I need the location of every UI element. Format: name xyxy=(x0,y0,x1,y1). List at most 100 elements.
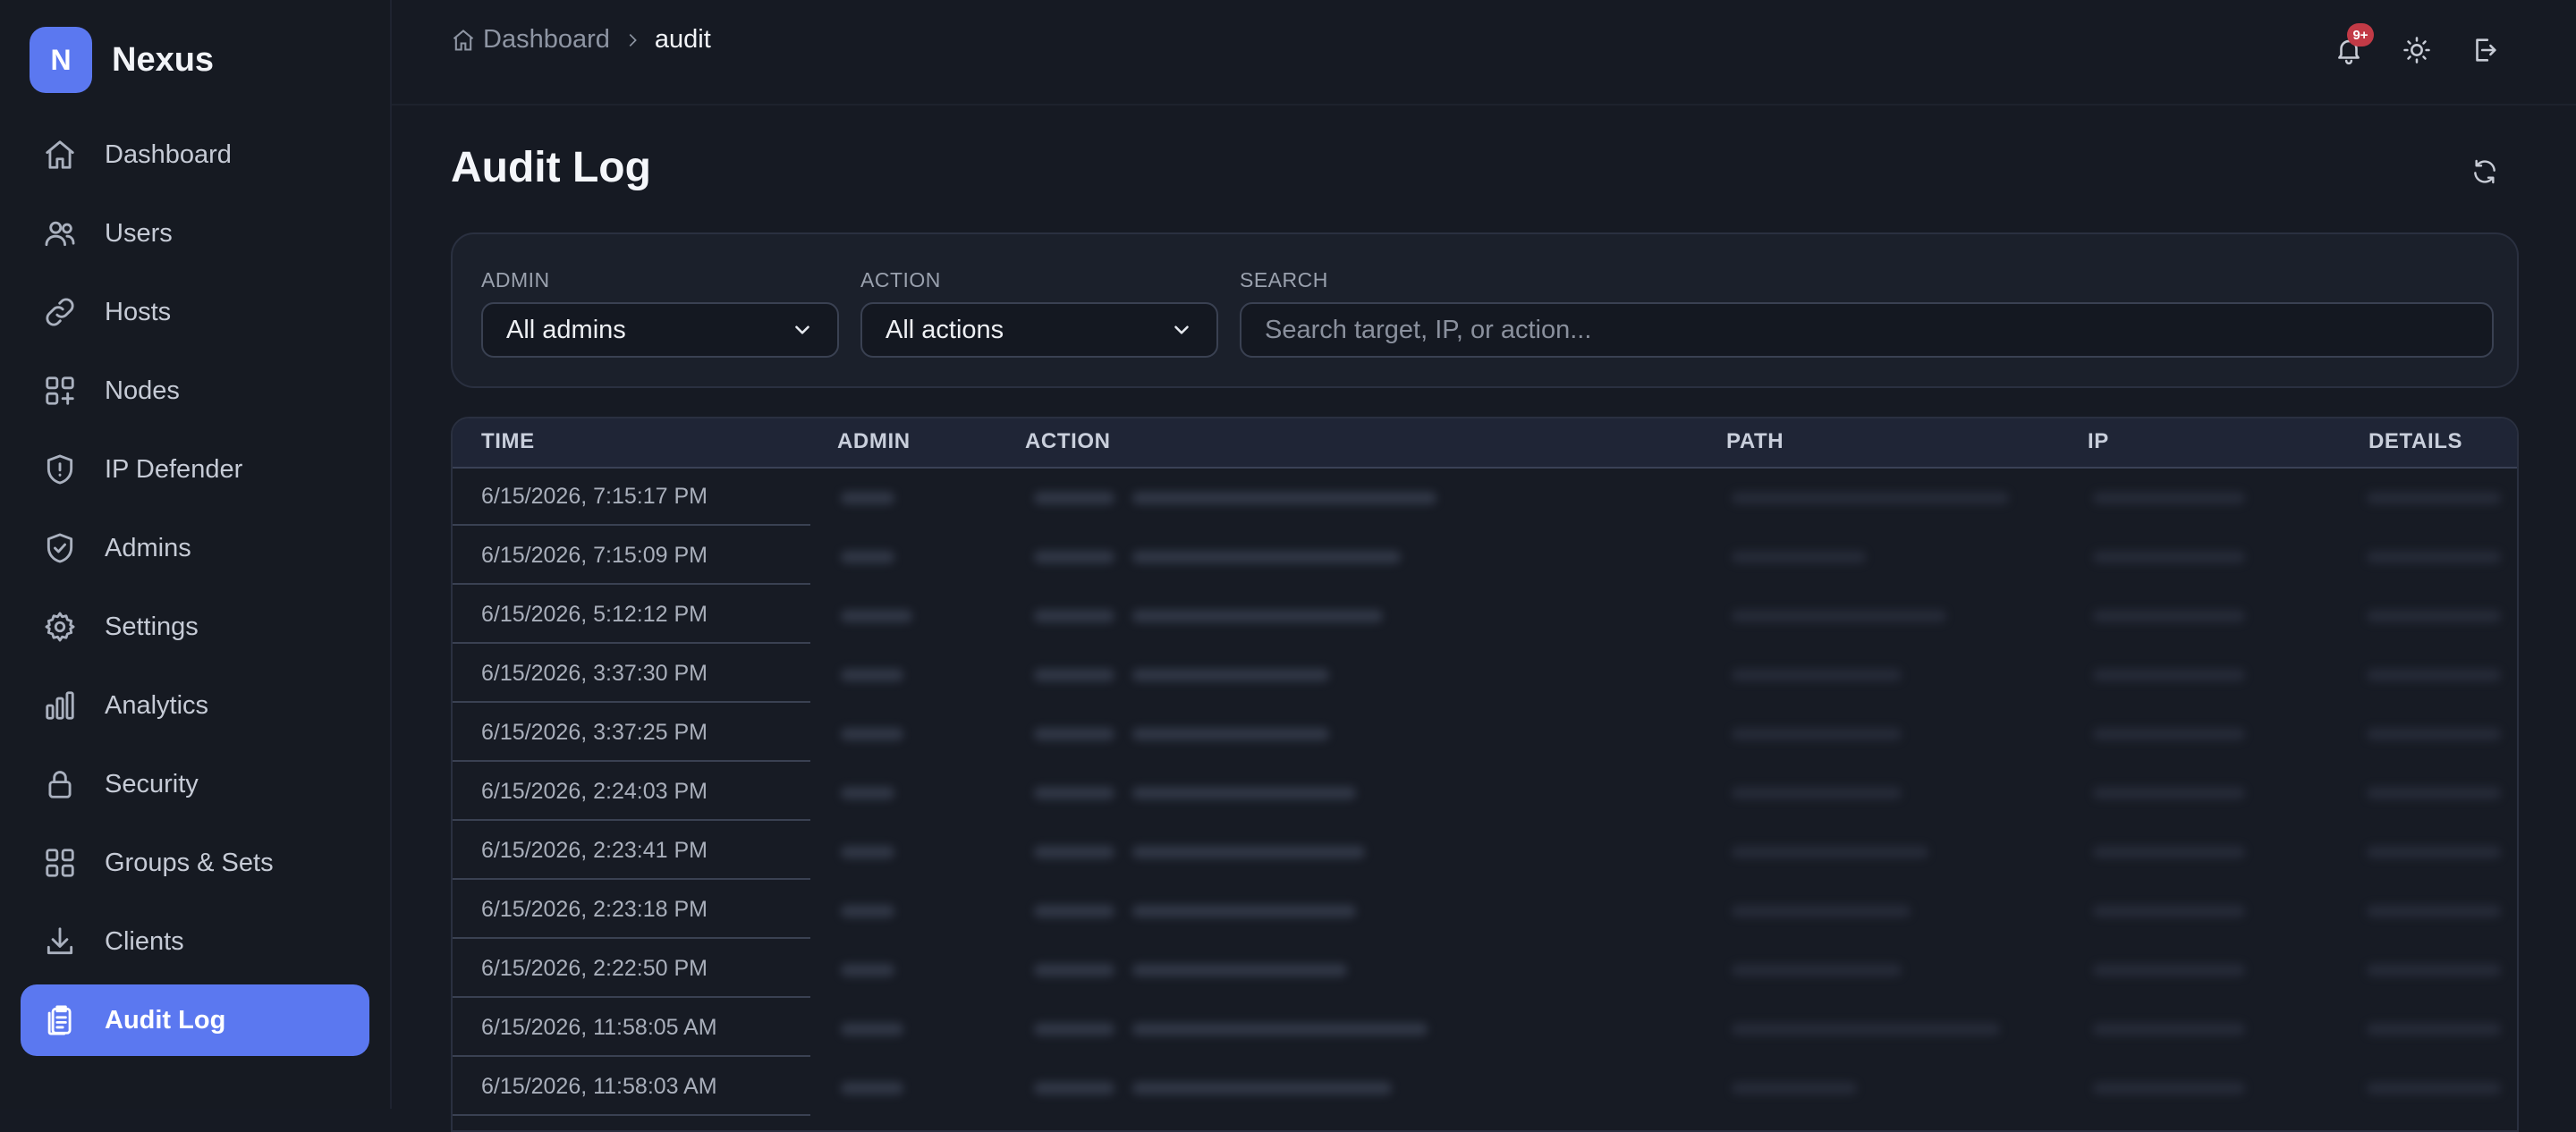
brand[interactable]: N Nexus xyxy=(30,27,214,93)
column-header-details[interactable]: DETAILS xyxy=(2368,429,2462,454)
row-ip-obscured xyxy=(2093,1082,2245,1094)
download-icon xyxy=(42,924,78,959)
row-action-obscured xyxy=(1132,1023,1428,1035)
row-action-obscured xyxy=(1132,669,1329,681)
refresh-icon xyxy=(2474,159,2496,184)
admin-select[interactable]: All admins xyxy=(481,302,839,358)
row-path-obscured xyxy=(1732,846,1928,858)
sidebar-item-analytics[interactable]: Analytics xyxy=(21,670,369,741)
row-details-obscured xyxy=(2367,492,2501,504)
table-row[interactable]: 6/15/2026, 11:58:05 AM xyxy=(453,1000,2517,1059)
home-icon[interactable] xyxy=(451,28,476,53)
row-ip-obscured xyxy=(2093,787,2245,799)
row-details-obscured xyxy=(2367,728,2501,740)
row-time: 6/15/2026, 11:58:03 AM xyxy=(453,1059,810,1116)
row-action-badge-obscured xyxy=(1034,492,1114,504)
sidebar-item-security[interactable]: Security xyxy=(21,748,369,820)
column-header-time[interactable]: TIME xyxy=(481,429,535,454)
nodes-icon xyxy=(42,373,78,409)
row-action-obscured xyxy=(1132,728,1329,740)
column-header-admin[interactable]: ADMIN xyxy=(837,429,911,454)
row-time: 6/15/2026, 7:15:17 PM xyxy=(453,469,810,526)
table-row[interactable]: 6/15/2026, 5:12:12 PM xyxy=(453,587,2517,646)
sidebar-item-clients[interactable]: Clients xyxy=(21,906,369,977)
brand-logo: N xyxy=(30,27,92,93)
table-row[interactable]: 6/15/2026, 7:15:17 PM xyxy=(453,469,2517,528)
refresh-button[interactable] xyxy=(2467,154,2503,190)
row-details-obscured xyxy=(2367,846,2501,858)
table-row[interactable]: 6/15/2026, 2:23:41 PM xyxy=(453,823,2517,882)
sidebar-item-users[interactable]: Users xyxy=(21,198,369,269)
table-row[interactable]: 6/15/2026, 3:37:25 PM xyxy=(453,705,2517,764)
row-action-obscured xyxy=(1132,905,1356,917)
row-admin-obscured xyxy=(841,787,894,799)
row-action-badge-obscured xyxy=(1034,551,1114,563)
sidebar-item-groups-sets[interactable]: Groups & Sets xyxy=(21,827,369,899)
link-icon xyxy=(42,294,78,330)
sidebar-item-label: Nodes xyxy=(105,376,180,405)
row-action-obscured xyxy=(1132,1082,1392,1094)
table-header: TIME ADMIN ACTION PATH IP DETAILS xyxy=(453,418,2517,469)
sidebar-item-hosts[interactable]: Hosts xyxy=(21,276,369,348)
row-action-badge-obscured xyxy=(1034,787,1114,799)
breadcrumb-home-link[interactable]: Dashboard xyxy=(483,25,610,55)
table-row[interactable]: 6/15/2026, 7:15:09 PM xyxy=(453,528,2517,587)
sun-icon xyxy=(2403,37,2430,63)
action-select[interactable]: All actions xyxy=(860,302,1218,358)
gear-icon xyxy=(42,609,78,645)
row-admin-obscured xyxy=(841,1082,903,1094)
row-details-obscured xyxy=(2367,787,2501,799)
theme-toggle-button[interactable] xyxy=(2399,32,2435,68)
table-row[interactable]: 6/15/2026, 11:58:03 AM xyxy=(453,1059,2517,1118)
row-path-obscured xyxy=(1732,964,1902,976)
row-path-obscured xyxy=(1732,1023,2000,1035)
row-ip-obscured xyxy=(2093,492,2245,504)
bar-chart-icon xyxy=(42,688,78,723)
row-ip-obscured xyxy=(2093,964,2245,976)
chevron-right-icon xyxy=(623,30,642,50)
search-input[interactable] xyxy=(1240,302,2494,358)
clipboard-icon xyxy=(42,1002,78,1038)
row-details-obscured xyxy=(2367,551,2501,563)
column-header-path[interactable]: PATH xyxy=(1726,429,1784,454)
row-action-badge-obscured xyxy=(1034,905,1114,917)
sidebar-item-label: Security xyxy=(105,769,199,798)
sidebar-item-admins[interactable]: Admins xyxy=(21,512,369,584)
row-admin-obscured xyxy=(841,905,894,917)
table-row[interactable]: 6/15/2026, 2:23:18 PM xyxy=(453,882,2517,941)
column-header-action[interactable]: ACTION xyxy=(1025,429,1111,454)
sidebar-item-settings[interactable]: Settings xyxy=(21,591,369,663)
sidebar-item-nodes[interactable]: Nodes xyxy=(21,355,369,427)
row-path-obscured xyxy=(1732,610,1946,622)
breadcrumb: Dashboard audit xyxy=(451,25,711,55)
sidebar-item-ip-defender[interactable]: IP Defender xyxy=(21,434,369,505)
column-header-ip[interactable]: IP xyxy=(2088,429,2109,454)
row-time: 6/15/2026, 11:58:05 AM xyxy=(453,1000,810,1057)
row-action-badge-obscured xyxy=(1034,846,1114,858)
row-ip-obscured xyxy=(2093,669,2245,681)
notifications-button[interactable]: 9+ xyxy=(2331,23,2374,68)
row-admin-obscured xyxy=(841,1023,903,1035)
row-action-obscured xyxy=(1132,787,1356,799)
row-time: 6/15/2026, 5:12:12 PM xyxy=(453,587,810,644)
row-details-obscured xyxy=(2367,1023,2501,1035)
row-admin-obscured xyxy=(841,551,894,563)
sidebar-item-audit-log[interactable]: Audit Log xyxy=(21,984,369,1056)
sidebar-item-label: Dashboard xyxy=(105,139,232,169)
logout-button[interactable] xyxy=(2467,32,2503,68)
row-action-badge-obscured xyxy=(1034,964,1114,976)
lock-icon xyxy=(42,766,78,802)
row-action-obscured xyxy=(1132,551,1401,563)
page-title: Audit Log xyxy=(451,144,651,191)
row-admin-obscured xyxy=(841,669,903,681)
table-row[interactable]: 6/15/2026, 2:22:50 PM xyxy=(453,941,2517,1000)
row-details-obscured xyxy=(2367,964,2501,976)
header-actions: 9+ xyxy=(2331,23,2503,68)
table-row[interactable]: 6/15/2026, 2:24:03 PM xyxy=(453,764,2517,823)
sidebar-item-dashboard[interactable]: Dashboard xyxy=(21,119,369,190)
row-admin-obscured xyxy=(841,846,894,858)
row-time: 6/15/2026, 3:37:30 PM xyxy=(453,646,810,703)
row-details-obscured xyxy=(2367,905,2501,917)
table-row[interactable]: 6/15/2026, 3:37:30 PM xyxy=(453,646,2517,705)
sidebar-nav: Dashboard Users Hosts Nodes IP Defender … xyxy=(21,119,369,1063)
